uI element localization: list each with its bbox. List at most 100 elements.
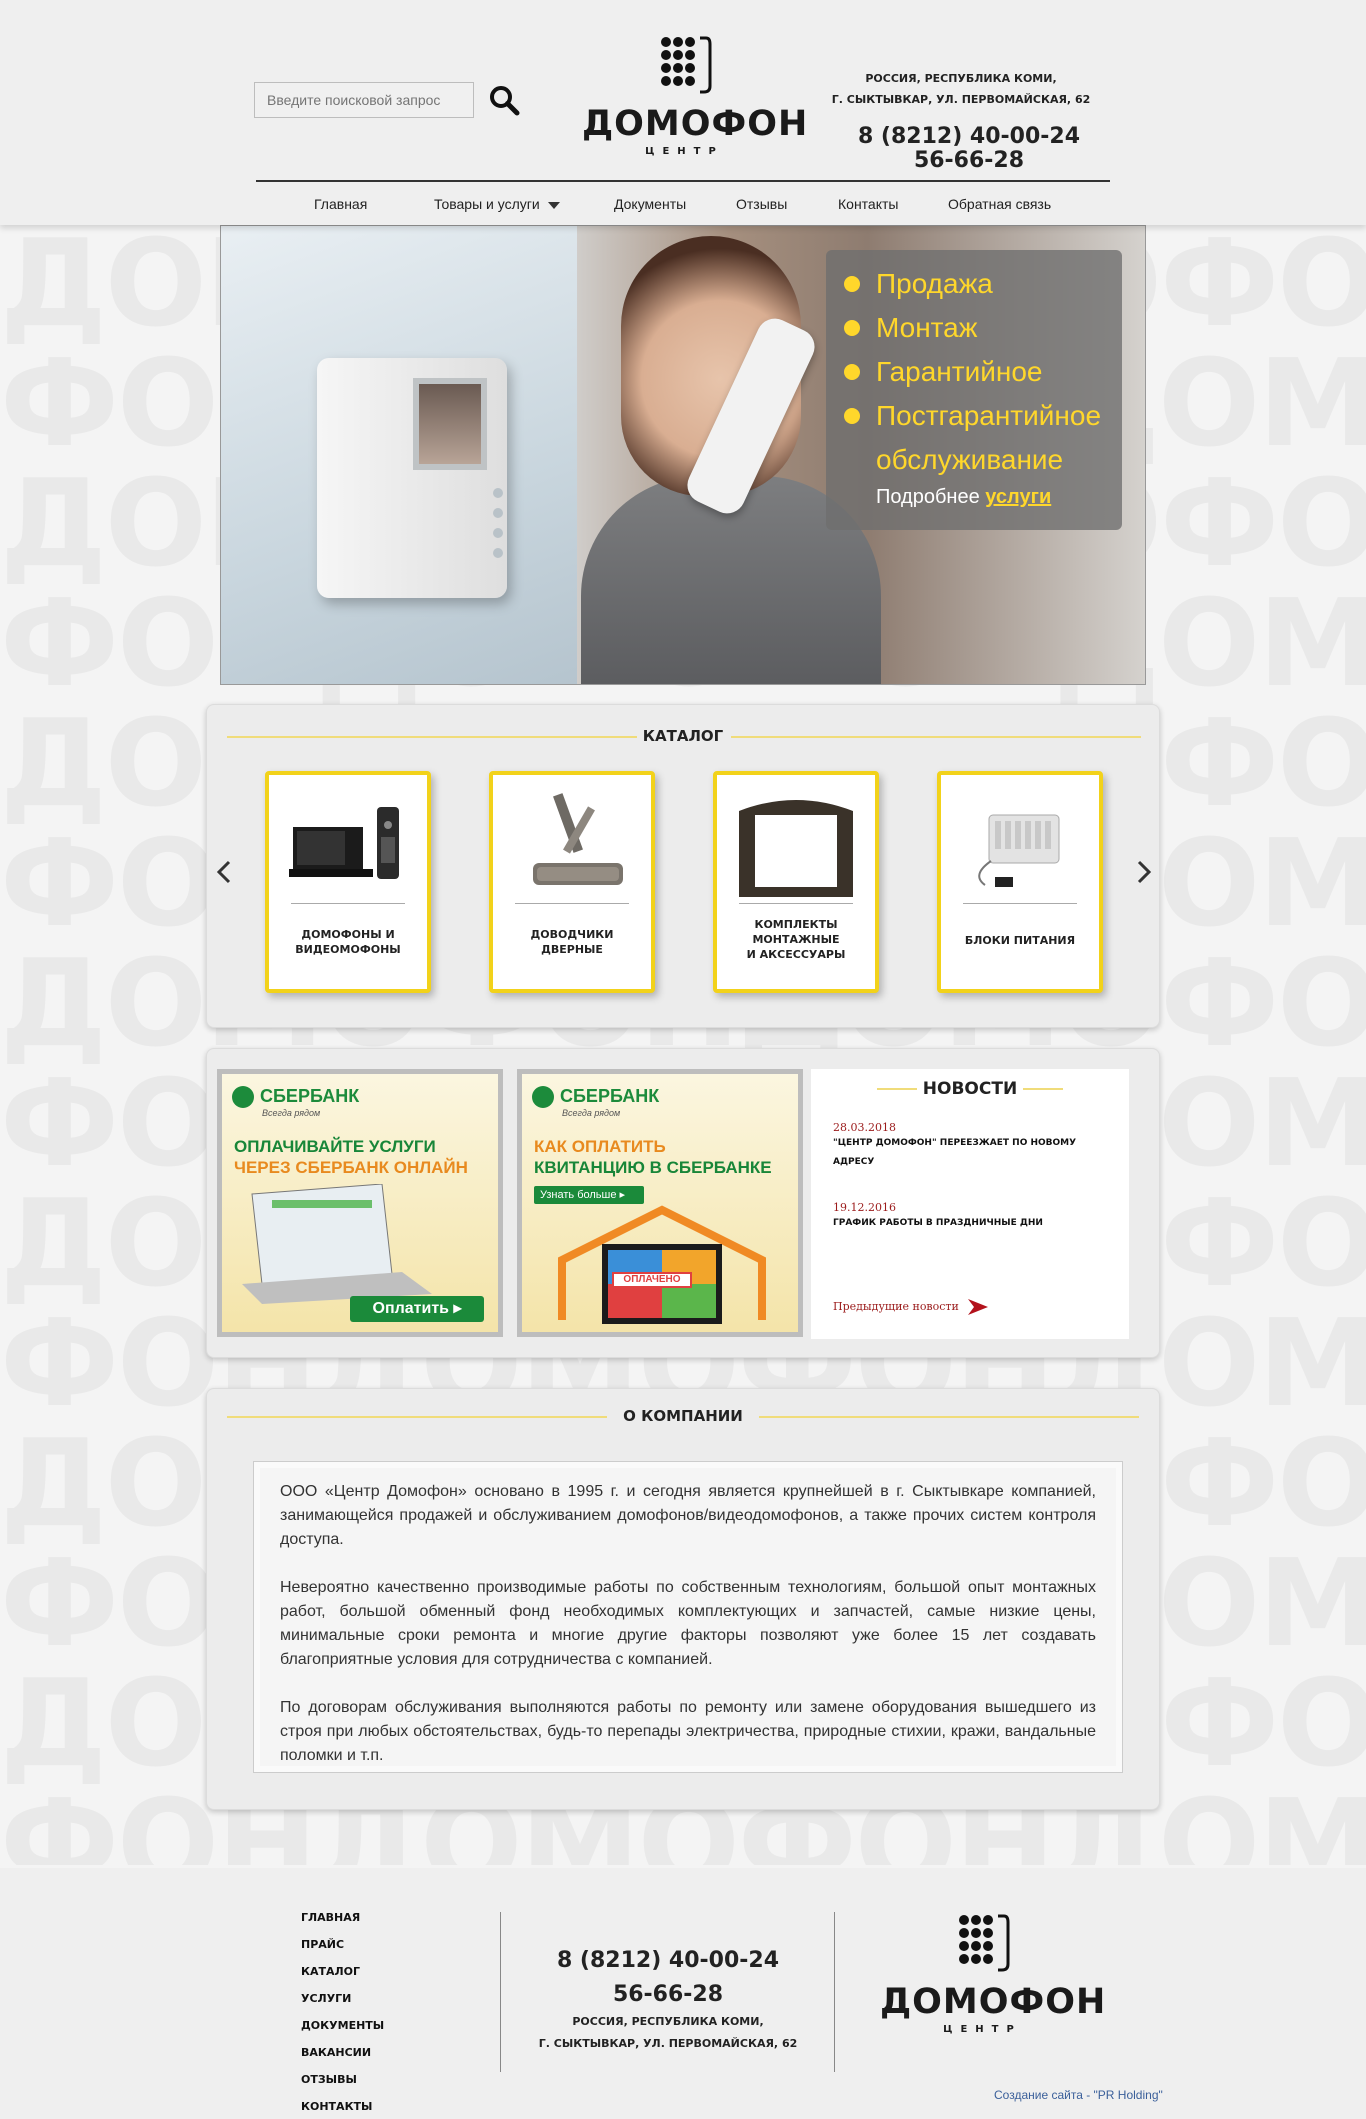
sberbank-logo-icon: [532, 1086, 554, 1109]
nav-item-label: Товары и услуги: [434, 196, 540, 212]
banner-headline: ОПЛАЧИВАЙТЕ УСЛУГИ ЧЕРЕЗ СБЕРБАНК ОНЛАЙН: [234, 1136, 494, 1178]
catalog-title: КАТАЛОГ: [642, 727, 724, 745]
nav-item-home[interactable]: Главная: [314, 196, 367, 212]
nav-item-reviews[interactable]: Отзывы: [736, 196, 787, 212]
footer-logo[interactable]: ДОМОФОН ЦЕНТР: [880, 1914, 1105, 2039]
logo-dots-icon: [661, 36, 712, 94]
previous-news-link[interactable]: Предыдущие новости: [833, 1297, 990, 1317]
paid-stamp: ОПЛАЧЕНО: [612, 1272, 692, 1288]
power-supply-product-image: [978, 814, 1060, 887]
intercom-product-image: [289, 807, 399, 879]
intercom-button: [493, 528, 503, 538]
footer-link-reviews[interactable]: ОТЗЫВЫ: [301, 2066, 384, 2093]
catalog-card-intercoms[interactable]: ДОМОФОНЫ И ВИДЕОМОФОНЫ: [265, 771, 431, 993]
services-overlay: Продажа Монтаж Гарантийное Постгарантийн…: [826, 250, 1122, 530]
about-paragraph: ООО «Центр Домофон» основано в 1995 г. и…: [280, 1483, 1096, 1548]
service-label: Постгарантийное: [876, 400, 1102, 431]
service-item: Монтаж: [840, 306, 1108, 350]
catalog-card-door-closers[interactable]: ДОВОДЧИКИ ДВЕРНЫЕ: [489, 771, 655, 993]
pay-button[interactable]: Оплатить ▸: [350, 1296, 484, 1322]
logo-dots-icon: [959, 1914, 1010, 1972]
previous-news-label: Предыдущие новости: [833, 1300, 959, 1313]
service-item: Гарантийное: [840, 350, 1108, 394]
banner-headline: КАК ОПЛАТИТЬ КВИТАНЦИЮ В СБЕРБАНКЕ: [534, 1136, 794, 1178]
promo-panel: СБЕРБАНК Всегда рядом ОПЛАЧИВАЙТЕ УСЛУГИ…: [206, 1048, 1160, 1358]
footer-link-services[interactable]: УСЛУГИ: [301, 1985, 384, 2012]
search-input[interactable]: [254, 82, 474, 118]
bullet-icon: [844, 276, 860, 292]
site-credit-link[interactable]: Создание сайта - "PR Holding": [994, 2088, 1163, 2102]
intercom-button: [493, 488, 503, 498]
service-item: Продажа: [840, 262, 1108, 306]
card-divider: [291, 903, 405, 904]
nav-item-products[interactable]: Товары и услуги: [434, 196, 560, 212]
service-item-continued: обслуживание: [840, 438, 1108, 482]
card-divider: [515, 903, 629, 904]
footer-link-home[interactable]: ГЛАВНАЯ: [301, 1904, 384, 1931]
sberbank-online-banner[interactable]: СБЕРБАНК Всегда рядом ОПЛАЧИВАЙТЕ УСЛУГИ…: [217, 1069, 503, 1337]
logo-subtitle: ЦЕНТР: [943, 2024, 1022, 2035]
laptop-illustration: [242, 1184, 432, 1304]
about-paragraph: Невероятно качественно производимые рабо…: [280, 1579, 1096, 1668]
card-label-line: ВИДЕОМОФОНЫ: [295, 943, 401, 956]
site-footer: ГЛАВНАЯ ПРАЙС КАТАЛОГ УСЛУГИ ДОКУМЕНТЫ В…: [0, 1868, 1366, 2119]
logo-subtitle: ЦЕНТР: [645, 146, 724, 157]
footer-link-documents[interactable]: ДОКУМЕНТЫ: [301, 2012, 384, 2039]
address-line: РОССИЯ, РЕСПУБЛИКА КОМИ,: [572, 2015, 764, 2028]
nav-item-contacts[interactable]: Контакты: [838, 196, 898, 212]
footer-address: РОССИЯ, РЕСПУБЛИКА КОМИ, Г. СЫКТЫВКАР, У…: [500, 2011, 836, 2055]
card-label-line: ДОВОДЧИКИ: [530, 928, 614, 941]
footer-link-contacts[interactable]: КОНТАКТЫ: [301, 2093, 384, 2119]
news-text[interactable]: ГРАФИК РАБОТЫ В ПРАЗДНИЧНЫЕ ДНИ: [833, 1214, 1103, 1233]
sberbank-tagline: Всегда рядом: [562, 1108, 621, 1118]
house-illustration: [558, 1205, 766, 1324]
services-more: Подробнее услуги: [840, 486, 1108, 509]
site-logo[interactable]: ДОМОФОН ЦЕНТР: [582, 36, 807, 161]
bullet-icon: [844, 364, 860, 380]
arrow-left-icon[interactable]: [215, 859, 233, 885]
headline-line: ОПЛАЧИВАЙТЕ УСЛУГИ: [234, 1137, 436, 1156]
footer-link-vacancies[interactable]: ВАКАНСИИ: [301, 2039, 384, 2066]
nav-item-documents[interactable]: Документы: [614, 196, 686, 212]
header-phone-primary[interactable]: 8 (8212) 40-00-24: [826, 124, 1112, 149]
news-item[interactable]: 19.12.2016 ГРАФИК РАБОТЫ В ПРАЗДНИЧНЫЕ Д…: [833, 1201, 1103, 1233]
bullet-icon: [844, 408, 860, 424]
news-item[interactable]: 28.03.2018 "ЦЕНТР ДОМОФОН" ПЕРЕЕЗЖАЕТ ПО…: [833, 1121, 1103, 1172]
about-text-box: ООО «Центр Домофон» основано в 1995 г. и…: [253, 1461, 1123, 1773]
search-button[interactable]: [486, 82, 522, 118]
card-label: ДОМОФОНЫ И ВИДЕОМОФОНЫ: [273, 927, 423, 957]
service-label: Продажа: [876, 268, 993, 299]
chevron-down-icon: [547, 201, 560, 209]
about-paragraph: По договорам обслуживания выполняются ра…: [280, 1699, 1096, 1764]
sberbank-receipt-banner[interactable]: СБЕРБАНК Всегда рядом КАК ОПЛАТИТЬ КВИТА…: [517, 1069, 803, 1337]
services-link[interactable]: услуги: [985, 486, 1051, 508]
catalog-card-accessories[interactable]: КОМПЛЕКТЫ МОНТАЖНЫЕ И АКСЕССУАРЫ: [713, 771, 879, 993]
hero-banner: Продажа Монтаж Гарантийное Постгарантийн…: [220, 225, 1146, 685]
news-date: 28.03.2018: [833, 1121, 896, 1134]
card-label-line: КОМПЛЕКТЫ: [754, 918, 838, 931]
site-header: ДОМОФОН ЦЕНТР РОССИЯ, РЕСПУБЛИКА КОМИ, Г…: [0, 0, 1366, 225]
sberbank-brand: СБЕРБАНК: [560, 1086, 660, 1106]
news-title: НОВОСТИ: [922, 1079, 1018, 1099]
card-label: КОМПЛЕКТЫ МОНТАЖНЫЕ И АКСЕССУАРЫ: [721, 917, 871, 962]
intercom-button: [493, 548, 503, 558]
about-title: О КОМПАНИИ: [623, 1407, 743, 1425]
footer-link-catalog[interactable]: КАТАЛОГ: [301, 1958, 384, 1985]
nav-item-feedback[interactable]: Обратная связь: [948, 196, 1051, 212]
intercom-screen: [413, 378, 487, 470]
headline-line: КАК ОПЛАТИТЬ: [534, 1137, 666, 1156]
footer-link-price[interactable]: ПРАЙС: [301, 1931, 384, 1958]
card-label-line: ДВЕРНЫЕ: [541, 943, 603, 956]
footer-phone-primary[interactable]: 8 (8212) 40-00-24: [500, 1948, 836, 1973]
address-line: РОССИЯ, РЕСПУБЛИКА КОМИ,: [865, 72, 1057, 85]
news-text[interactable]: "ЦЕНТР ДОМОФОН" ПЕРЕЕЗЖАЕТ ПО НОВОМУ АДР…: [833, 1134, 1103, 1172]
intercom-button: [493, 508, 503, 518]
catalog-card-power-supplies[interactable]: БЛОКИ ПИТАНИЯ: [937, 771, 1103, 993]
address-line: Г. СЫКТЫВКАР, УЛ. ПЕРВОМАЙСКАЯ, 62: [538, 2037, 798, 2050]
arrow-right-icon[interactable]: [1135, 859, 1153, 885]
sberbank-brand: СБЕРБАНК: [260, 1086, 360, 1106]
footer-phone-secondary[interactable]: 56-66-28: [500, 1982, 836, 2007]
card-divider: [739, 903, 853, 904]
service-label: Гарантийное: [876, 356, 1043, 387]
header-phone-secondary[interactable]: 56-66-28: [826, 148, 1112, 173]
